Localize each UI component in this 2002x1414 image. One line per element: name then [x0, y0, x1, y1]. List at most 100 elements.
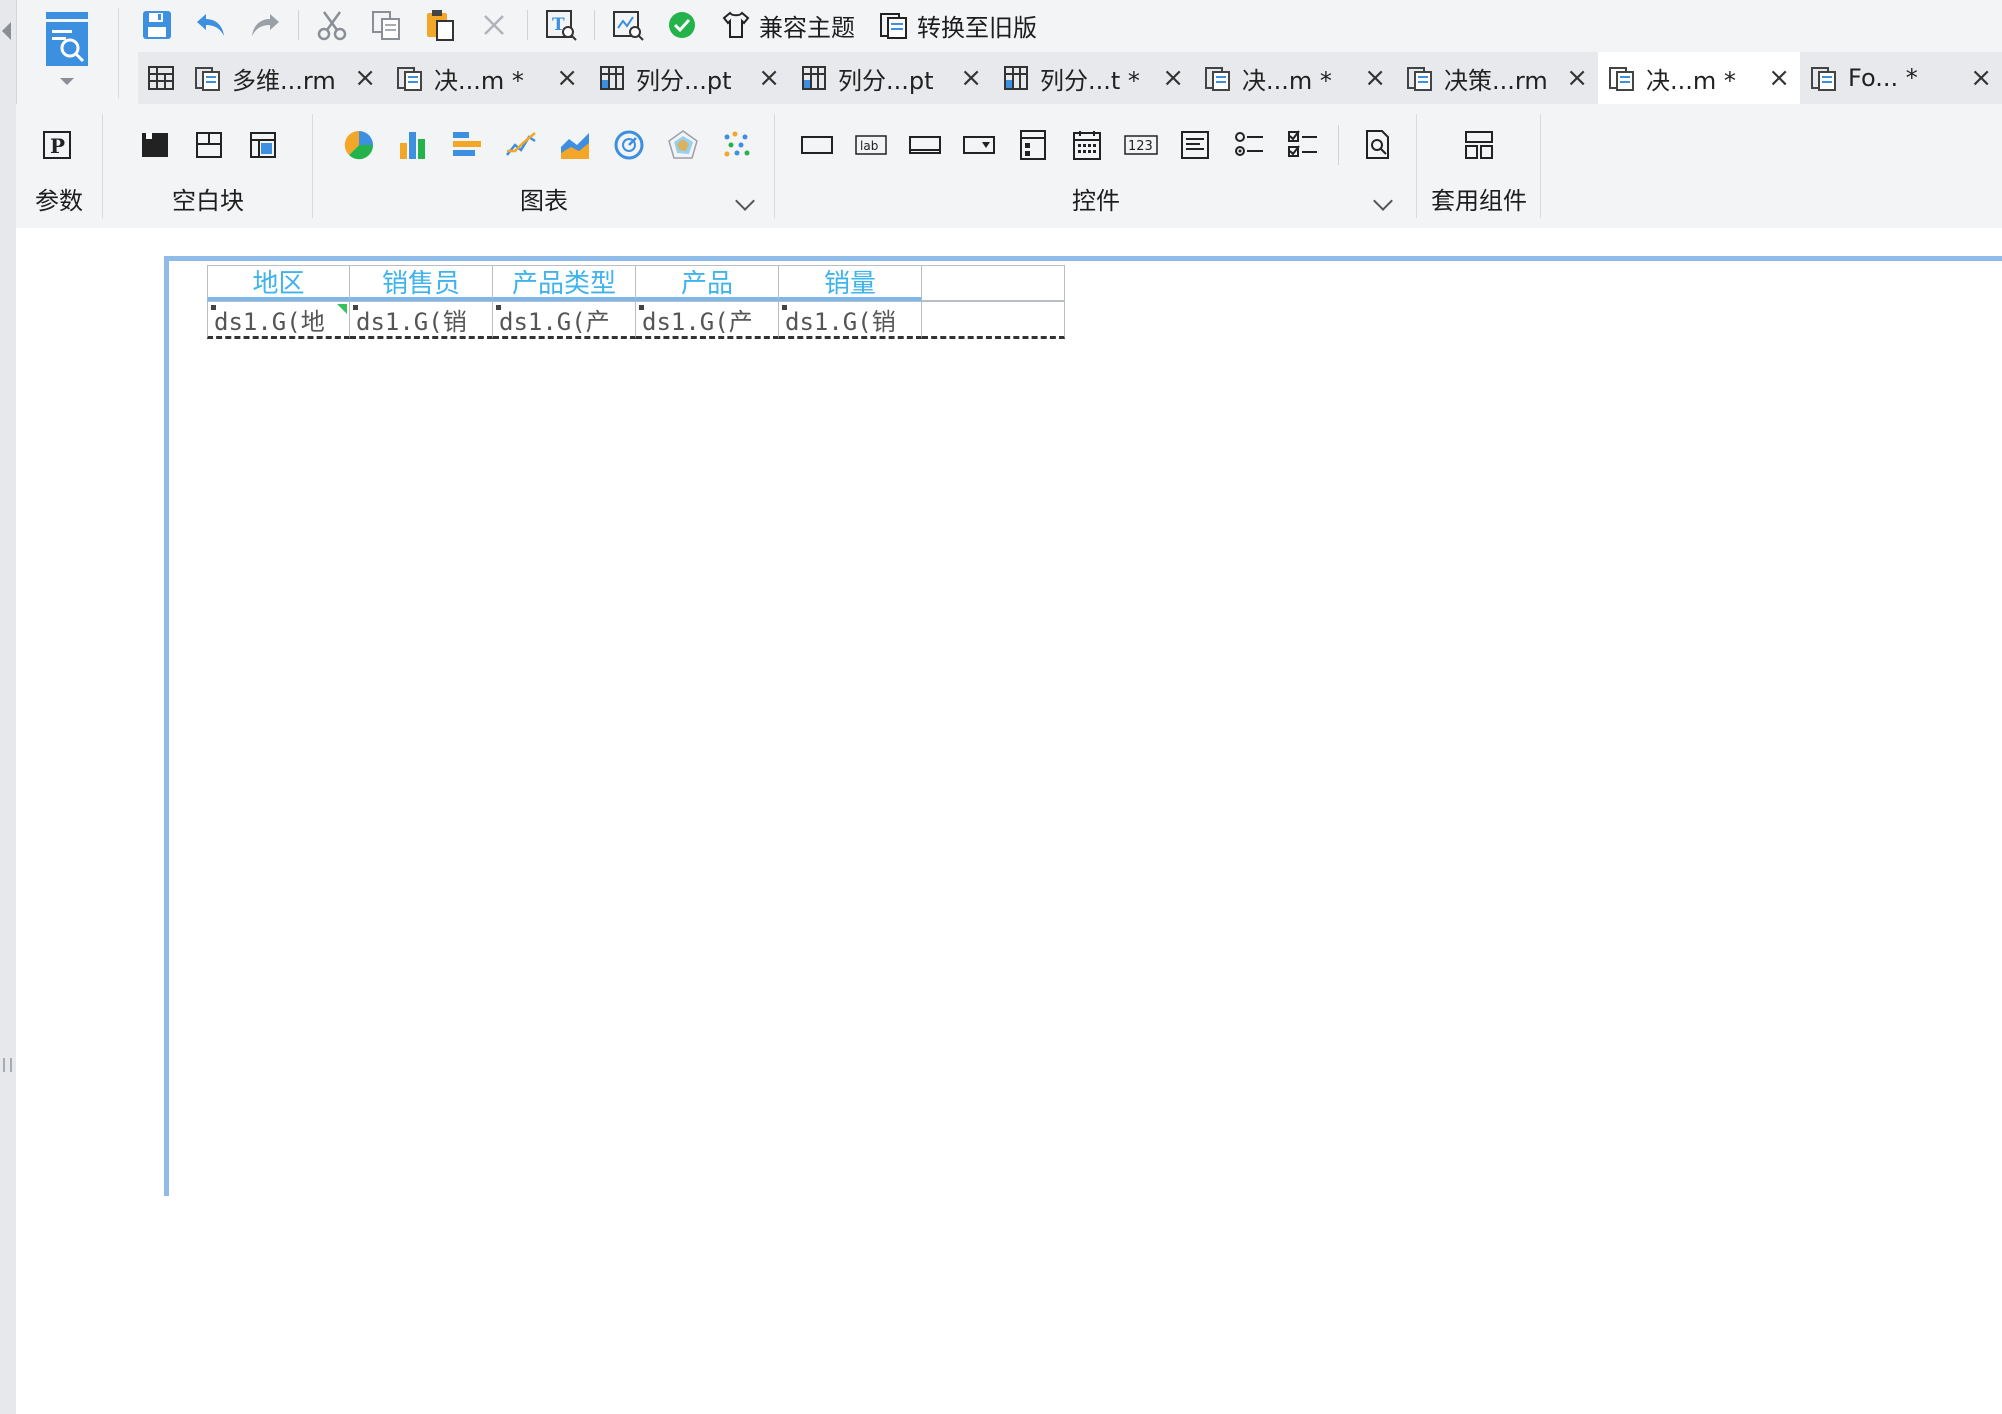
absolute-layout-icon	[250, 132, 276, 158]
radio-group-control-button[interactable]	[1222, 120, 1276, 170]
blank-block-button[interactable]	[128, 120, 182, 170]
paste-icon	[427, 10, 454, 41]
radio-group-icon	[1235, 132, 1263, 156]
cell-formula: ds1.G(地	[214, 307, 325, 336]
tab-label: 列分...pt	[838, 66, 934, 95]
form-body-frame[interactable]: 地区 销售员 产品类型 产品 销量 ds1.G(地 ds1.G(销 ds1.G(产 ds1.G…	[164, 256, 2002, 1196]
cell-formula: ds1.G(产	[499, 307, 610, 336]
label-control-button[interactable]: lab	[844, 120, 898, 170]
button-control-button[interactable]	[790, 120, 844, 170]
tab-4[interactable]: 列分...t * ×	[992, 52, 1194, 104]
undo-icon	[197, 14, 224, 36]
report-header-cell[interactable]: 产品类型	[493, 265, 636, 301]
bar-chart-button[interactable]	[386, 120, 440, 170]
tab-8[interactable]: Fo... * ×	[1800, 52, 2002, 104]
redo-button[interactable]	[238, 3, 292, 47]
report-data-cell[interactable]	[922, 301, 1065, 339]
checkbox-group-icon	[1288, 130, 1317, 157]
text-search-icon: T	[546, 10, 577, 41]
shirt-icon	[722, 11, 750, 38]
apply-widget-button[interactable]	[1452, 120, 1506, 170]
selection-marker-icon	[337, 304, 347, 314]
tab-1[interactable]: 决...m * ×	[386, 52, 588, 104]
text-field-control-button[interactable]	[898, 120, 952, 170]
report-data-cell[interactable]: ds1.G(销	[779, 301, 922, 339]
compat-theme-button[interactable]: 兼容主题	[709, 3, 867, 47]
dropdown-control-button[interactable]	[952, 120, 1006, 170]
close-icon[interactable]: ×	[556, 65, 578, 91]
close-icon[interactable]: ×	[1566, 65, 1588, 91]
number-control-button[interactable]: 123	[1114, 120, 1168, 170]
tab-7[interactable]: 决...m * ×	[1598, 52, 1800, 104]
tab-list-button[interactable]	[138, 52, 184, 104]
ribbon-group-widget: 套用组件	[1418, 104, 1540, 228]
undo-button[interactable]	[184, 3, 238, 47]
chart-preview-button[interactable]	[601, 3, 655, 47]
tab-2[interactable]: 列分...pt ×	[588, 52, 790, 104]
ribbon-group-control: lab 123 控件	[776, 104, 1416, 228]
tab-6[interactable]: 决策...rm ×	[1396, 52, 1598, 104]
cell-formula: ds1.G(产	[642, 307, 753, 336]
report-header-cell[interactable]: 产品	[636, 265, 779, 301]
tab-label: 决策...rm	[1444, 66, 1548, 95]
close-icon[interactable]: ×	[1364, 65, 1386, 91]
close-icon[interactable]: ×	[1162, 65, 1184, 91]
report-data-cell[interactable]: ds1.G(销	[350, 301, 493, 339]
gauge-chart-button[interactable]	[602, 120, 656, 170]
cut-button[interactable]	[305, 3, 359, 47]
close-icon[interactable]: ×	[1970, 65, 1992, 91]
scatter-chart-button[interactable]	[710, 120, 764, 170]
radar-chart-icon	[668, 130, 698, 159]
form-icon	[1204, 64, 1232, 92]
absolute-block-button[interactable]	[236, 120, 290, 170]
ribbon: P 参数 空白块 图表 lab 123 控件 套用组件	[16, 104, 2002, 228]
column-chart-icon	[400, 132, 425, 159]
report-header-cell[interactable]: 销售员	[350, 265, 493, 301]
convert-old-label: 转换至旧版	[917, 13, 1037, 42]
param-button[interactable]: P	[30, 120, 84, 170]
tab-block-button[interactable]	[182, 120, 236, 170]
preview-button[interactable]	[38, 10, 96, 96]
close-icon[interactable]: ×	[1768, 65, 1790, 91]
convert-old-version-button[interactable]: 转换至旧版	[867, 3, 1049, 47]
close-icon[interactable]: ×	[960, 65, 982, 91]
close-icon[interactable]: ×	[758, 65, 780, 91]
text-search-button[interactable]: T	[534, 3, 588, 47]
collapse-left-arrow-icon[interactable]	[2, 22, 11, 40]
radar-chart-button[interactable]	[656, 120, 710, 170]
report-header-cell[interactable]: 销量	[779, 265, 922, 301]
check-button[interactable]	[655, 3, 709, 47]
splitter-grip-icon[interactable]	[3, 1058, 12, 1072]
tab-3[interactable]: 列分...pt ×	[790, 52, 992, 104]
tab-0[interactable]: 多维...rm ×	[184, 52, 386, 104]
widget-group-label: 套用组件	[1431, 187, 1527, 215]
checkbox-group-control-button[interactable]	[1276, 120, 1330, 170]
number-field-icon: 123	[1124, 135, 1158, 155]
report-data-cell[interactable]: ds1.G(产	[493, 301, 636, 339]
form-icon	[194, 64, 222, 92]
convert-icon	[880, 13, 907, 39]
form-icon	[396, 64, 424, 92]
search-control-button[interactable]	[1351, 120, 1405, 170]
area-chart-button[interactable]	[548, 120, 602, 170]
report-header-cell[interactable]: 地区	[207, 265, 350, 301]
pie-chart-button[interactable]	[332, 120, 386, 170]
report-block[interactable]: 地区 销售员 产品类型 产品 销量 ds1.G(地 ds1.G(销 ds1.G(产 ds1.G…	[207, 265, 1065, 339]
report-header-cell[interactable]	[922, 265, 1065, 301]
tab-5[interactable]: 决...m * ×	[1194, 52, 1396, 104]
line-chart-button[interactable]	[494, 120, 548, 170]
textarea-control-button[interactable]	[1168, 120, 1222, 170]
preview-dropdown-icon[interactable]	[60, 78, 74, 85]
save-button[interactable]	[130, 3, 184, 47]
close-icon[interactable]: ×	[354, 65, 376, 91]
tree-control-button[interactable]	[1006, 120, 1060, 170]
paste-button[interactable]	[413, 3, 467, 47]
form-icon	[1810, 64, 1838, 92]
separator	[594, 10, 595, 40]
delete-button[interactable]	[467, 3, 521, 47]
report-data-cell[interactable]: ds1.G(产	[636, 301, 779, 339]
horizontal-bar-chart-button[interactable]	[440, 120, 494, 170]
report-data-cell[interactable]: ds1.G(地	[207, 301, 350, 339]
copy-button[interactable]	[359, 3, 413, 47]
date-control-button[interactable]	[1060, 120, 1114, 170]
